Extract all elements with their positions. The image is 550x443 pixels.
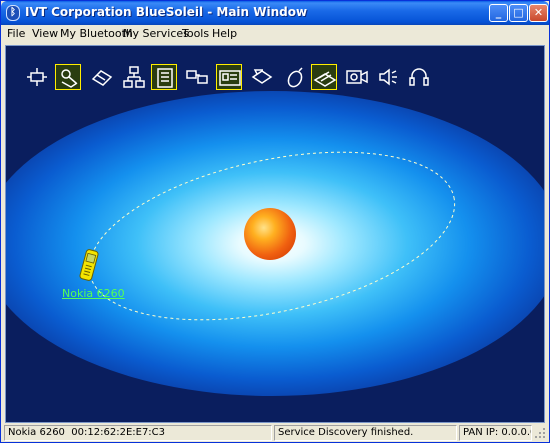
network-access-icon[interactable] bbox=[121, 64, 147, 90]
printer-icon[interactable] bbox=[249, 64, 275, 90]
window-title: IVT Corporation BlueSoleil - Main Window bbox=[25, 5, 308, 19]
status-pan-ip-pane: PAN IP: 0.0.0.0 bbox=[459, 425, 532, 441]
minimize-button[interactable]: _ bbox=[489, 4, 508, 22]
camera-icon[interactable] bbox=[344, 64, 370, 90]
status-bar: Nokia 6260 00:12:62:2E:E7:C3 Service Dis… bbox=[2, 424, 548, 442]
lan-access-icon[interactable] bbox=[184, 64, 210, 90]
mobile-phone-icon[interactable] bbox=[78, 248, 100, 282]
file-transfer-icon[interactable] bbox=[151, 64, 177, 90]
dial-up-networking-icon[interactable] bbox=[24, 64, 50, 90]
main-window: ᛒ IVT Corporation BlueSoleil - Main Wind… bbox=[0, 0, 550, 443]
menu-tools[interactable]: Tools bbox=[182, 27, 209, 40]
resize-grip-icon[interactable] bbox=[534, 427, 546, 439]
device-name-label[interactable]: Nokia 6260 bbox=[62, 287, 125, 300]
status-device-pane: Nokia 6260 00:12:62:2E:E7:C3 bbox=[4, 425, 272, 441]
menu-bar: File View My Bluetooth My Services Tools… bbox=[2, 25, 548, 43]
device-canvas[interactable]: Nokia 6260 bbox=[5, 45, 545, 423]
menu-file[interactable]: File bbox=[7, 27, 25, 40]
menu-my-bluetooth[interactable]: My Bluetooth bbox=[60, 27, 133, 40]
menu-view[interactable]: View bbox=[32, 27, 58, 40]
headset-icon[interactable] bbox=[406, 64, 432, 90]
status-message-pane: Service Discovery finished. bbox=[274, 425, 457, 441]
local-device-sun-icon[interactable] bbox=[244, 208, 296, 260]
menu-help[interactable]: Help bbox=[212, 27, 237, 40]
audio-icon[interactable] bbox=[375, 64, 401, 90]
maximize-button[interactable]: □ bbox=[509, 4, 528, 22]
status-device-name: Nokia 6260 bbox=[8, 427, 65, 438]
close-button[interactable]: ✕ bbox=[529, 4, 548, 22]
fax-icon[interactable] bbox=[89, 64, 115, 90]
bluetooth-icon: ᛒ bbox=[6, 5, 20, 21]
status-device-address: 00:12:62:2E:E7:C3 bbox=[71, 427, 166, 438]
serial-port-icon[interactable] bbox=[55, 64, 81, 90]
business-card-icon[interactable] bbox=[216, 64, 242, 90]
menu-my-services[interactable]: My Services bbox=[123, 27, 189, 40]
title-bar[interactable]: ᛒ IVT Corporation BlueSoleil - Main Wind… bbox=[1, 1, 549, 25]
sync-icon[interactable] bbox=[311, 64, 337, 90]
mouse-icon[interactable] bbox=[282, 64, 308, 90]
